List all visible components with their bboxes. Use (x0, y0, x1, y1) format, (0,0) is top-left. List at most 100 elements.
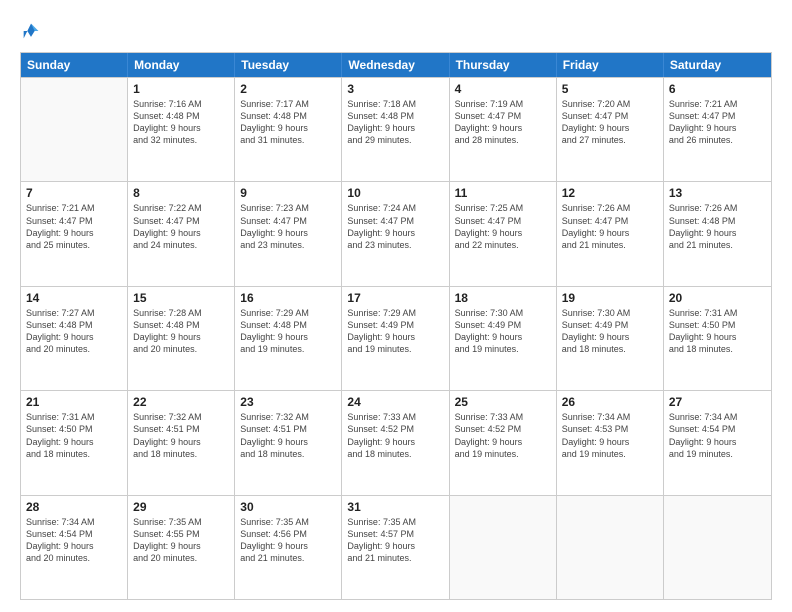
calendar-cell: 22 Sunrise: 7:32 AM Sunset: 4:51 PM Dayli… (128, 391, 235, 494)
calendar-cell: 10 Sunrise: 7:24 AM Sunset: 4:47 PM Dayli… (342, 182, 449, 285)
cell-day-number: 30 (240, 500, 336, 514)
calendar-cell: 30 Sunrise: 7:35 AM Sunset: 4:56 PM Dayli… (235, 496, 342, 599)
cell-info: Sunrise: 7:21 AM Sunset: 4:47 PM Dayligh… (26, 202, 122, 251)
cell-day-number: 9 (240, 186, 336, 200)
cell-info: Sunrise: 7:29 AM Sunset: 4:48 PM Dayligh… (240, 307, 336, 356)
calendar-header: SundayMondayTuesdayWednesdayThursdayFrid… (21, 53, 771, 77)
calendar-row-2: 14Sunrise: 7:27 AM Sunset: 4:48 PM Dayli… (21, 286, 771, 390)
cell-info: Sunrise: 7:34 AM Sunset: 4:54 PM Dayligh… (669, 411, 766, 460)
cell-day-number: 21 (26, 395, 122, 409)
calendar: SundayMondayTuesdayWednesdayThursdayFrid… (20, 52, 772, 600)
calendar-cell: 31 Sunrise: 7:35 AM Sunset: 4:57 PM Dayli… (342, 496, 449, 599)
cell-info: Sunrise: 7:33 AM Sunset: 4:52 PM Dayligh… (455, 411, 551, 460)
calendar-row-1: 7 Sunrise: 7:21 AM Sunset: 4:47 PM Daylig… (21, 181, 771, 285)
calendar-cell: 28 Sunrise: 7:34 AM Sunset: 4:54 PM Dayli… (21, 496, 128, 599)
cell-info: Sunrise: 7:30 AM Sunset: 4:49 PM Dayligh… (562, 307, 658, 356)
cell-info: Sunrise: 7:26 AM Sunset: 4:48 PM Dayligh… (669, 202, 766, 251)
weekday-header-friday: Friday (557, 53, 664, 77)
cell-day-number: 10 (347, 186, 443, 200)
calendar-cell: 13 Sunrise: 7:26 AM Sunset: 4:48 PM Dayli… (664, 182, 771, 285)
calendar-cell: 12Sunrise: 7:26 AM Sunset: 4:47 PM Dayli… (557, 182, 664, 285)
logo (20, 18, 44, 42)
cell-day-number: 13 (669, 186, 766, 200)
weekday-header-tuesday: Tuesday (235, 53, 342, 77)
calendar-cell (557, 496, 664, 599)
cell-info: Sunrise: 7:35 AM Sunset: 4:57 PM Dayligh… (347, 516, 443, 565)
cell-info: Sunrise: 7:32 AM Sunset: 4:51 PM Dayligh… (240, 411, 336, 460)
calendar-cell: 20 Sunrise: 7:31 AM Sunset: 4:50 PM Dayli… (664, 287, 771, 390)
calendar-cell: 8Sunrise: 7:22 AM Sunset: 4:47 PM Daylig… (128, 182, 235, 285)
cell-day-number: 25 (455, 395, 551, 409)
calendar-cell: 1 Sunrise: 7:16 AM Sunset: 4:48 PM Daylig… (128, 78, 235, 181)
cell-info: Sunrise: 7:24 AM Sunset: 4:47 PM Dayligh… (347, 202, 443, 251)
cell-info: Sunrise: 7:32 AM Sunset: 4:51 PM Dayligh… (133, 411, 229, 460)
cell-day-number: 26 (562, 395, 658, 409)
calendar-cell: 2Sunrise: 7:17 AM Sunset: 4:48 PM Daylig… (235, 78, 342, 181)
calendar-cell: 16 Sunrise: 7:29 AM Sunset: 4:48 PM Dayli… (235, 287, 342, 390)
cell-info: Sunrise: 7:28 AM Sunset: 4:48 PM Dayligh… (133, 307, 229, 356)
cell-info: Sunrise: 7:20 AM Sunset: 4:47 PM Dayligh… (562, 98, 658, 147)
calendar-body: 1 Sunrise: 7:16 AM Sunset: 4:48 PM Daylig… (21, 77, 771, 599)
calendar-cell: 3 Sunrise: 7:18 AM Sunset: 4:48 PM Daylig… (342, 78, 449, 181)
calendar-cell: 11Sunrise: 7:25 AM Sunset: 4:47 PM Dayli… (450, 182, 557, 285)
cell-day-number: 5 (562, 82, 658, 96)
cell-day-number: 17 (347, 291, 443, 305)
calendar-cell (21, 78, 128, 181)
calendar-cell: 27 Sunrise: 7:34 AM Sunset: 4:54 PM Dayli… (664, 391, 771, 494)
cell-day-number: 7 (26, 186, 122, 200)
calendar-row-4: 28 Sunrise: 7:34 AM Sunset: 4:54 PM Dayli… (21, 495, 771, 599)
weekday-header-monday: Monday (128, 53, 235, 77)
calendar-cell: 5 Sunrise: 7:20 AM Sunset: 4:47 PM Daylig… (557, 78, 664, 181)
weekday-header-wednesday: Wednesday (342, 53, 449, 77)
calendar-cell: 26 Sunrise: 7:34 AM Sunset: 4:53 PM Dayli… (557, 391, 664, 494)
cell-day-number: 24 (347, 395, 443, 409)
cell-day-number: 20 (669, 291, 766, 305)
cell-info: Sunrise: 7:31 AM Sunset: 4:50 PM Dayligh… (669, 307, 766, 356)
calendar-row-3: 21 Sunrise: 7:31 AM Sunset: 4:50 PM Dayli… (21, 390, 771, 494)
weekday-header-thursday: Thursday (450, 53, 557, 77)
calendar-cell (664, 496, 771, 599)
calendar-cell: 7 Sunrise: 7:21 AM Sunset: 4:47 PM Daylig… (21, 182, 128, 285)
cell-info: Sunrise: 7:31 AM Sunset: 4:50 PM Dayligh… (26, 411, 122, 460)
weekday-header-saturday: Saturday (664, 53, 771, 77)
calendar-cell (450, 496, 557, 599)
cell-day-number: 31 (347, 500, 443, 514)
cell-day-number: 15 (133, 291, 229, 305)
calendar-cell: 19Sunrise: 7:30 AM Sunset: 4:49 PM Dayli… (557, 287, 664, 390)
calendar-cell: 14Sunrise: 7:27 AM Sunset: 4:48 PM Dayli… (21, 287, 128, 390)
cell-info: Sunrise: 7:29 AM Sunset: 4:49 PM Dayligh… (347, 307, 443, 356)
cell-info: Sunrise: 7:27 AM Sunset: 4:48 PM Dayligh… (26, 307, 122, 356)
logo-icon (20, 20, 42, 42)
cell-day-number: 2 (240, 82, 336, 96)
calendar-cell: 24 Sunrise: 7:33 AM Sunset: 4:52 PM Dayli… (342, 391, 449, 494)
calendar-cell: 9 Sunrise: 7:23 AM Sunset: 4:47 PM Daylig… (235, 182, 342, 285)
cell-info: Sunrise: 7:16 AM Sunset: 4:48 PM Dayligh… (133, 98, 229, 147)
cell-day-number: 4 (455, 82, 551, 96)
cell-info: Sunrise: 7:34 AM Sunset: 4:53 PM Dayligh… (562, 411, 658, 460)
calendar-cell: 21 Sunrise: 7:31 AM Sunset: 4:50 PM Dayli… (21, 391, 128, 494)
header (20, 18, 772, 42)
calendar-row-0: 1 Sunrise: 7:16 AM Sunset: 4:48 PM Daylig… (21, 77, 771, 181)
page: SundayMondayTuesdayWednesdayThursdayFrid… (0, 0, 792, 612)
cell-day-number: 12 (562, 186, 658, 200)
cell-info: Sunrise: 7:34 AM Sunset: 4:54 PM Dayligh… (26, 516, 122, 565)
calendar-cell: 6Sunrise: 7:21 AM Sunset: 4:47 PM Daylig… (664, 78, 771, 181)
cell-info: Sunrise: 7:33 AM Sunset: 4:52 PM Dayligh… (347, 411, 443, 460)
calendar-cell: 25 Sunrise: 7:33 AM Sunset: 4:52 PM Dayli… (450, 391, 557, 494)
cell-day-number: 29 (133, 500, 229, 514)
cell-day-number: 22 (133, 395, 229, 409)
cell-info: Sunrise: 7:23 AM Sunset: 4:47 PM Dayligh… (240, 202, 336, 251)
cell-day-number: 28 (26, 500, 122, 514)
cell-day-number: 23 (240, 395, 336, 409)
cell-day-number: 1 (133, 82, 229, 96)
cell-info: Sunrise: 7:19 AM Sunset: 4:47 PM Dayligh… (455, 98, 551, 147)
cell-info: Sunrise: 7:35 AM Sunset: 4:56 PM Dayligh… (240, 516, 336, 565)
cell-day-number: 16 (240, 291, 336, 305)
weekday-header-sunday: Sunday (21, 53, 128, 77)
cell-day-number: 3 (347, 82, 443, 96)
cell-day-number: 8 (133, 186, 229, 200)
cell-info: Sunrise: 7:18 AM Sunset: 4:48 PM Dayligh… (347, 98, 443, 147)
calendar-cell: 29Sunrise: 7:35 AM Sunset: 4:55 PM Dayli… (128, 496, 235, 599)
cell-day-number: 27 (669, 395, 766, 409)
calendar-cell: 23 Sunrise: 7:32 AM Sunset: 4:51 PM Dayli… (235, 391, 342, 494)
